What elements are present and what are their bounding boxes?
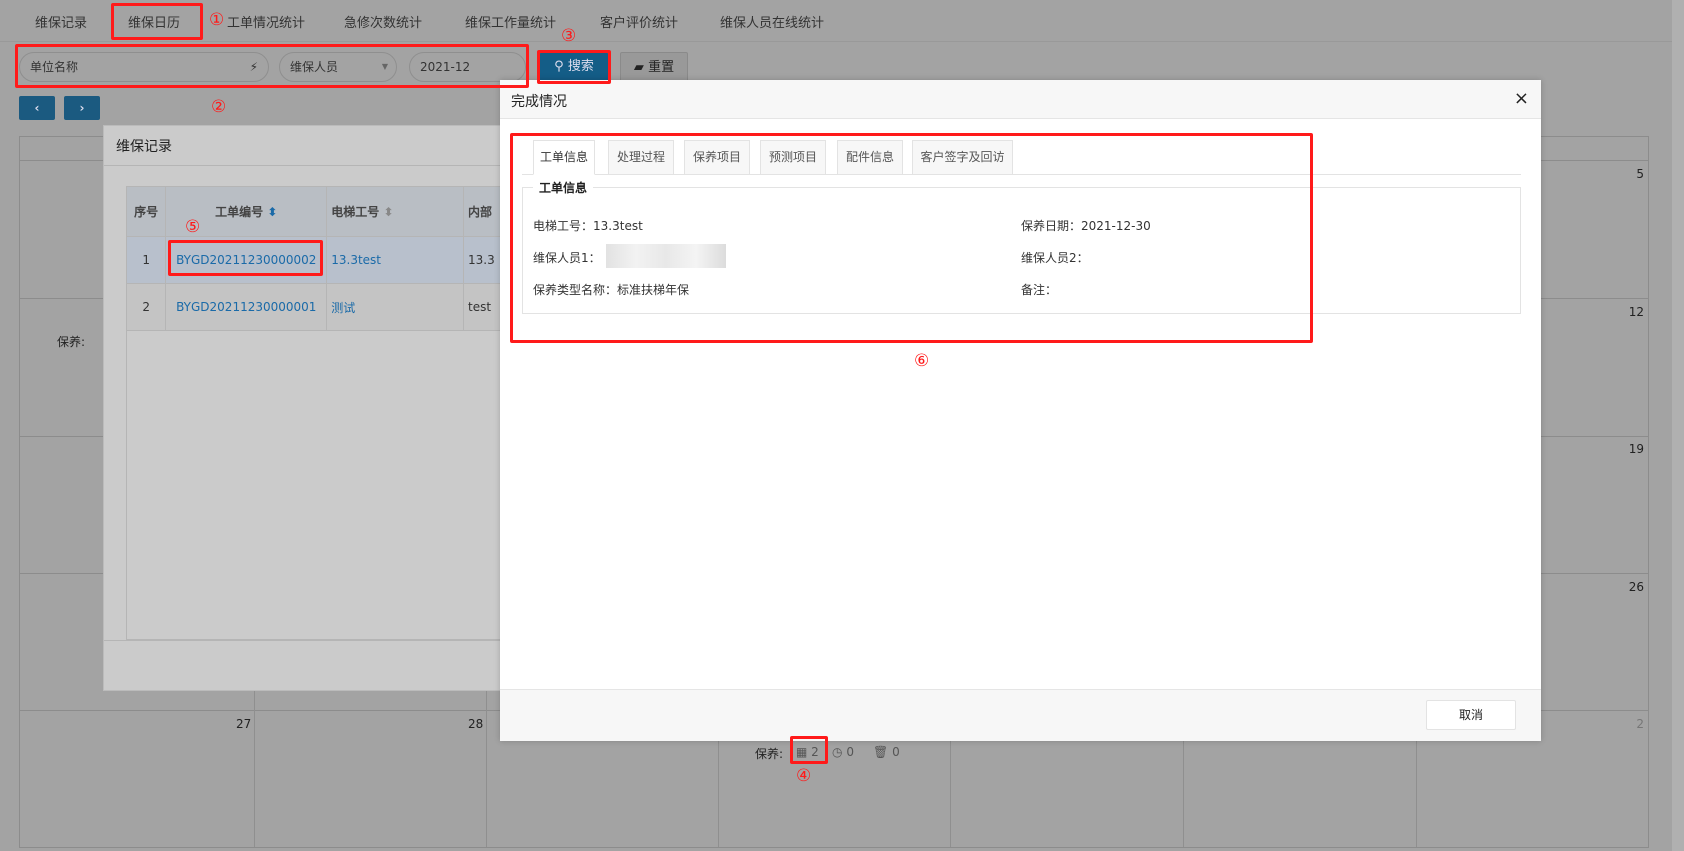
sort-icon: ⬍ [267, 205, 278, 219]
date-cell[interactable]: 2 [1636, 717, 1644, 731]
maintenance-label: 保养: [755, 747, 784, 761]
elevator-no-link[interactable]: 测试 [326, 283, 465, 331]
annotation-3: ③ [561, 26, 577, 46]
reset-label: 重置 [648, 60, 675, 75]
tab-workload-stats[interactable]: 维保工作量统计 [465, 12, 556, 31]
clock-icon: ◷ [832, 745, 843, 759]
annotation-box-3 [537, 50, 611, 84]
col-elevator-no-label: 电梯工号 [331, 205, 380, 219]
top-nav: 维保记录 维保日历 工单情况统计 急修次数统计 维保工作量统计 客户评价统计 维… [0, 0, 1672, 42]
col-elevator-no[interactable]: 电梯工号 ⬍ [326, 186, 465, 237]
order-no-link[interactable]: BYGD20211230000001 [165, 283, 328, 331]
table-row[interactable]: 2 BYGD20211230000001 测试 test [125, 283, 522, 331]
modal-footer: 取消 [500, 689, 1541, 741]
annotation-box-5 [168, 240, 323, 276]
tab-staff-online-stats[interactable]: 维保人员在线统计 [720, 12, 824, 31]
modal-title: 完成情况 [500, 80, 1541, 119]
tab-customer-rating-stats[interactable]: 客户评价统计 [600, 12, 678, 31]
next-month-button[interactable]: › [64, 96, 100, 120]
date-cell[interactable]: 28 [468, 717, 483, 731]
annotation-box-2 [15, 44, 529, 88]
prev-month-button[interactable]: ‹ [19, 96, 55, 120]
annotation-1: ① [209, 10, 225, 30]
annotation-5: ⑤ [185, 217, 201, 237]
date-cell[interactable]: 19 [1629, 442, 1644, 456]
tab-emergency-stats[interactable]: 急修次数统计 [344, 12, 422, 31]
sort-icon: ⬍ [383, 205, 394, 219]
trash-icon: 🗑 [873, 745, 889, 759]
date-cell[interactable]: 26 [1629, 580, 1644, 594]
date-cell[interactable]: 5 [1636, 167, 1644, 181]
records-dialog: 维保记录 序号 工单编号 ⬍ 电梯工号 ⬍ 内部 1 BYGD202112300… [103, 125, 526, 691]
eraser-icon: ▰ [633, 60, 649, 75]
tab-maintenance-records[interactable]: 维保记录 [35, 12, 87, 31]
maintenance-label: 保养: [57, 335, 86, 349]
pending-count[interactable]: ◷ 0 [832, 745, 854, 759]
records-dialog-title: 维保记录 [104, 126, 522, 166]
reset-button[interactable]: ▰ 重置 [620, 52, 688, 82]
elevator-no-link[interactable]: 13.3test [326, 236, 465, 284]
annotation-2: ② [211, 97, 227, 117]
deleted-count[interactable]: 🗑 0 [873, 745, 900, 759]
deleted-value: 0 [892, 745, 900, 759]
col-order-no-label: 工单编号 [215, 205, 264, 219]
row-index: 1 [125, 236, 167, 284]
annotation-box-4 [790, 736, 828, 764]
annotation-box-1 [111, 3, 203, 40]
pending-value: 0 [846, 745, 854, 759]
annotation-box-6 [510, 133, 1313, 343]
date-cell[interactable]: 12 [1629, 305, 1644, 319]
tab-order-stats[interactable]: 工单情况统计 [227, 12, 305, 31]
date-cell[interactable]: 27 [236, 717, 251, 731]
col-index: 序号 [125, 186, 167, 237]
close-icon[interactable]: × [1514, 88, 1529, 109]
annotation-6: ⑥ [914, 351, 930, 371]
row-index: 2 [125, 283, 167, 331]
page-scrollbar[interactable] [1672, 0, 1684, 851]
annotation-4: ④ [796, 766, 812, 786]
cancel-button[interactable]: 取消 [1426, 700, 1516, 730]
